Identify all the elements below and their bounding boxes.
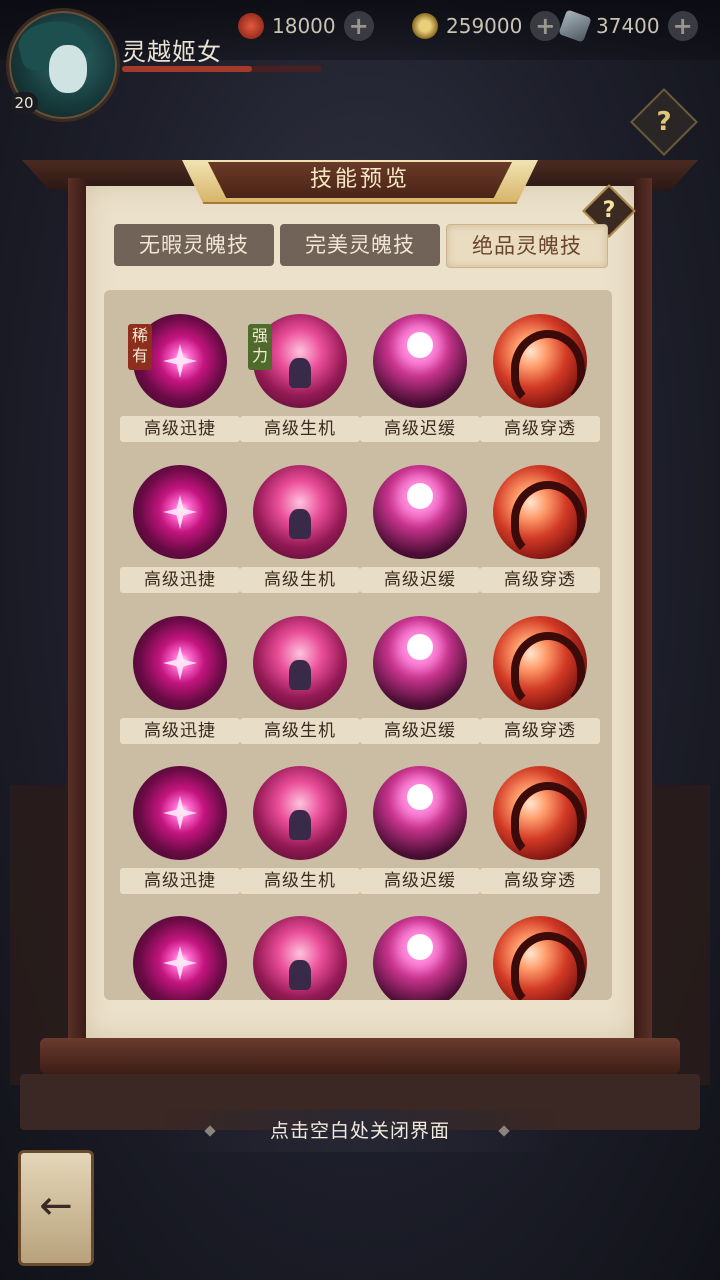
skill-label: 高级迅捷: [120, 868, 240, 894]
fan-icon: [558, 9, 592, 43]
pierce-skill-icon: [493, 766, 587, 860]
swift-skill-icon: [133, 916, 227, 1000]
skill-label: 高级穿透: [480, 567, 600, 593]
skill-label: 高级生机: [240, 567, 360, 593]
vitality-skill-icon: [253, 916, 347, 1000]
slow-skill-icon: [373, 766, 467, 860]
skill-label: 高级迅捷: [120, 567, 240, 593]
vitality-skill-icon: [253, 465, 347, 559]
swirl-red-icon: [238, 13, 264, 39]
skill-cell[interactable]: 高级生机: [240, 465, 360, 605]
player-exp-bar: [122, 66, 322, 72]
question-icon: ?: [656, 107, 672, 137]
skill-label: 高级生机: [240, 416, 360, 442]
help-button-top[interactable]: ?: [630, 88, 698, 156]
skill-label: 高级穿透: [480, 868, 600, 894]
slow-skill-icon: [373, 616, 467, 710]
swift-skill-icon: [133, 766, 227, 860]
skill-cell[interactable]: 高级穿透: [480, 766, 600, 906]
avatar-face: [49, 45, 87, 93]
skill-label: 高级迟缓: [360, 718, 480, 744]
back-arrow-icon: ←: [39, 1183, 73, 1229]
rare-tag: 稀有: [128, 324, 152, 370]
vitality-skill-icon: [253, 616, 347, 710]
skill-label: 高级迅捷: [120, 718, 240, 744]
skill-cell[interactable]: [240, 916, 360, 1000]
resource-coin: 259000 +: [412, 10, 561, 42]
skill-cell[interactable]: [120, 916, 240, 1000]
skill-cell[interactable]: 高级生机: [240, 616, 360, 756]
player-name: 灵越姬女: [122, 38, 222, 66]
skill-label: 高级迟缓: [360, 416, 480, 442]
skill-cell[interactable]: 高级迟缓: [360, 314, 480, 454]
pierce-skill-icon: [493, 916, 587, 1000]
slow-skill-icon: [373, 465, 467, 559]
skill-cell[interactable]: [360, 916, 480, 1000]
back-button[interactable]: ←: [18, 1150, 94, 1266]
skill-cell[interactable]: 高级穿透: [480, 616, 600, 756]
skill-cell[interactable]: 高级迅捷: [120, 766, 240, 906]
skill-label: 高级穿透: [480, 416, 600, 442]
swift-skill-icon: [133, 465, 227, 559]
skill-label: 高级生机: [240, 868, 360, 894]
question-icon: ?: [602, 198, 616, 223]
resource-fan-value: 37400: [596, 14, 660, 38]
slow-skill-icon: [373, 314, 467, 408]
skill-cell[interactable]: 高级迟缓: [360, 766, 480, 906]
skill-label: 高级生机: [240, 718, 360, 744]
skill-label: 高级迟缓: [360, 868, 480, 894]
add-coin-button[interactable]: +: [530, 11, 561, 41]
panel-title: 技能预览: [309, 167, 410, 192]
skill-label: 高级穿透: [480, 718, 600, 744]
resource-coin-value: 259000: [446, 14, 523, 38]
skill-label: 高级迟缓: [360, 567, 480, 593]
player-level: 20: [10, 92, 38, 114]
swift-skill-icon: [133, 616, 227, 710]
tab-perfect-skills[interactable]: 完美灵魄技: [280, 224, 440, 266]
skill-cell[interactable]: 高级迟缓: [360, 616, 480, 756]
pierce-skill-icon: [493, 314, 587, 408]
skill-cell[interactable]: 稀有 高级迅捷: [120, 314, 240, 454]
skill-cell[interactable]: 高级穿透: [480, 314, 600, 454]
scroll-post-left: [68, 178, 86, 1038]
close-hint-text[interactable]: 点击空白处关闭界面: [160, 1110, 560, 1152]
skill-cell[interactable]: 强力 高级生机: [240, 314, 360, 454]
skill-grid[interactable]: 稀有 高级迅捷 强力 高级生机 高级迟缓 高级穿透 高级迅捷 高级生机 高级迟缓…: [104, 290, 612, 1000]
scroll-bottom-rod: [40, 1038, 680, 1074]
skill-cell[interactable]: 高级生机: [240, 766, 360, 906]
coin-icon: [412, 13, 438, 39]
skill-cell[interactable]: 高级迅捷: [120, 465, 240, 605]
skill-cell[interactable]: [480, 916, 600, 1000]
slow-skill-icon: [373, 916, 467, 1000]
add-swirl-button[interactable]: +: [343, 11, 374, 41]
resource-swirl-value: 18000: [272, 14, 336, 38]
pierce-skill-icon: [493, 465, 587, 559]
pierce-skill-icon: [493, 616, 587, 710]
skill-cell[interactable]: 高级迅捷: [120, 616, 240, 756]
tab-flawless-skills[interactable]: 无暇灵魄技: [114, 224, 274, 266]
skill-cell[interactable]: 高级穿透: [480, 465, 600, 605]
tab-supreme-skills[interactable]: 绝品灵魄技: [446, 224, 608, 268]
resource-swirl: 18000 +: [238, 10, 374, 42]
strong-tag: 强力: [248, 324, 272, 370]
skill-cell[interactable]: 高级迟缓: [360, 465, 480, 605]
add-fan-button[interactable]: +: [667, 11, 698, 41]
scroll-post-right: [634, 178, 652, 1038]
skill-label: 高级迅捷: [120, 416, 240, 442]
resource-fan: 37400 +: [558, 9, 698, 43]
vitality-skill-icon: [253, 766, 347, 860]
